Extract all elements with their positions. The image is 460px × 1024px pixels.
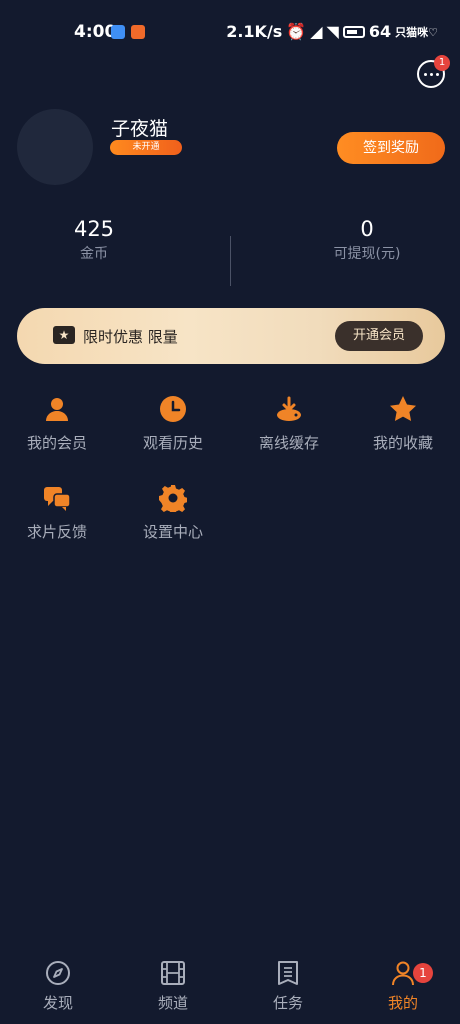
menu-watch-history[interactable]: 观看历史 [123,394,223,464]
menu-offline-cache[interactable]: 离线缓存 [239,394,339,464]
more-dot-icon [435,72,439,76]
nav-label: 频道 [157,994,188,1012]
compass-icon [46,961,70,985]
username: 子夜猫 [111,118,169,140]
open-vip-button[interactable]: 开通会员 [335,321,423,351]
wifi-icon: ◥ [326,22,339,41]
menu-label: 离线缓存 [258,434,319,452]
video-notification-icon [131,25,145,39]
nav-tasks[interactable]: 任务 [248,960,328,1013]
menu-label: 观看历史 [142,434,203,452]
app-notification-icon [111,25,125,39]
download-icon [274,394,304,424]
battery-level: 64 [368,22,392,41]
carrier-name: 只猫咪♡ [395,25,438,39]
avatar[interactable] [17,109,93,185]
checkin-reward-button[interactable]: 签到奖励 [337,132,445,164]
menu-label: 我的会员 [26,434,87,452]
coins-stat[interactable]: 425 金币 [24,217,164,263]
vip-status-badge: 未开通 [110,140,182,155]
person-icon [42,394,72,424]
star-icon [388,394,418,424]
bottom-nav: 发现 频道 任务 我的 1 [0,950,460,1024]
more-dot-icon [429,72,433,76]
more-dot-icon [423,72,427,76]
nav-label: 发现 [42,994,73,1012]
alarm-icon: ⏰ [286,22,307,41]
nav-mine-badge: 1 [413,963,433,983]
coins-value: 425 [73,217,115,241]
message-badge: 1 [434,55,450,71]
menu-request-feedback[interactable]: 求片反馈 [7,483,107,553]
clock-icon [158,394,188,424]
nav-label: 任务 [272,994,303,1012]
menu-label: 设置中心 [142,523,203,541]
status-bar: 4:00 2.1K/s ⏰ ◢ ◥ 64 只猫咪♡ [0,0,460,62]
chat-icon [42,483,72,513]
withdrawable-value: 0 [360,217,374,241]
menu-label: 我的收藏 [372,434,433,452]
menu-settings[interactable]: 设置中心 [123,483,223,553]
nav-label: 我的 [387,994,418,1012]
film-icon [161,961,185,985]
ticket-icon [53,326,75,344]
nav-channel[interactable]: 频道 [133,960,213,1013]
withdrawable-stat[interactable]: 0 可提现(元) [297,217,437,263]
status-time: 4:00 [74,22,117,42]
gear-icon [158,483,188,513]
menu-label: 求片反馈 [26,523,87,541]
battery-icon [342,25,365,38]
vip-promo-text: 限时优惠 限量 [83,328,178,346]
withdrawable-label: 可提现(元) [333,246,401,262]
coins-label: 金币 [80,246,108,262]
task-icon [278,961,298,985]
nav-discover[interactable]: 发现 [18,960,98,1013]
status-right: 2.1K/s ⏰ ◢ ◥ 64 只猫咪♡ [226,22,438,41]
network-speed: 2.1K/s [226,22,283,41]
menu-my-membership[interactable]: 我的会员 [7,394,107,464]
vip-promo-banner[interactable]: 限时优惠 限量 开通会员 [17,308,445,364]
signal-icon: ◢ [310,22,323,41]
menu-my-favorites[interactable]: 我的收藏 [353,394,453,464]
nav-mine[interactable]: 我的 1 [363,960,443,1013]
stats-divider [230,236,231,286]
